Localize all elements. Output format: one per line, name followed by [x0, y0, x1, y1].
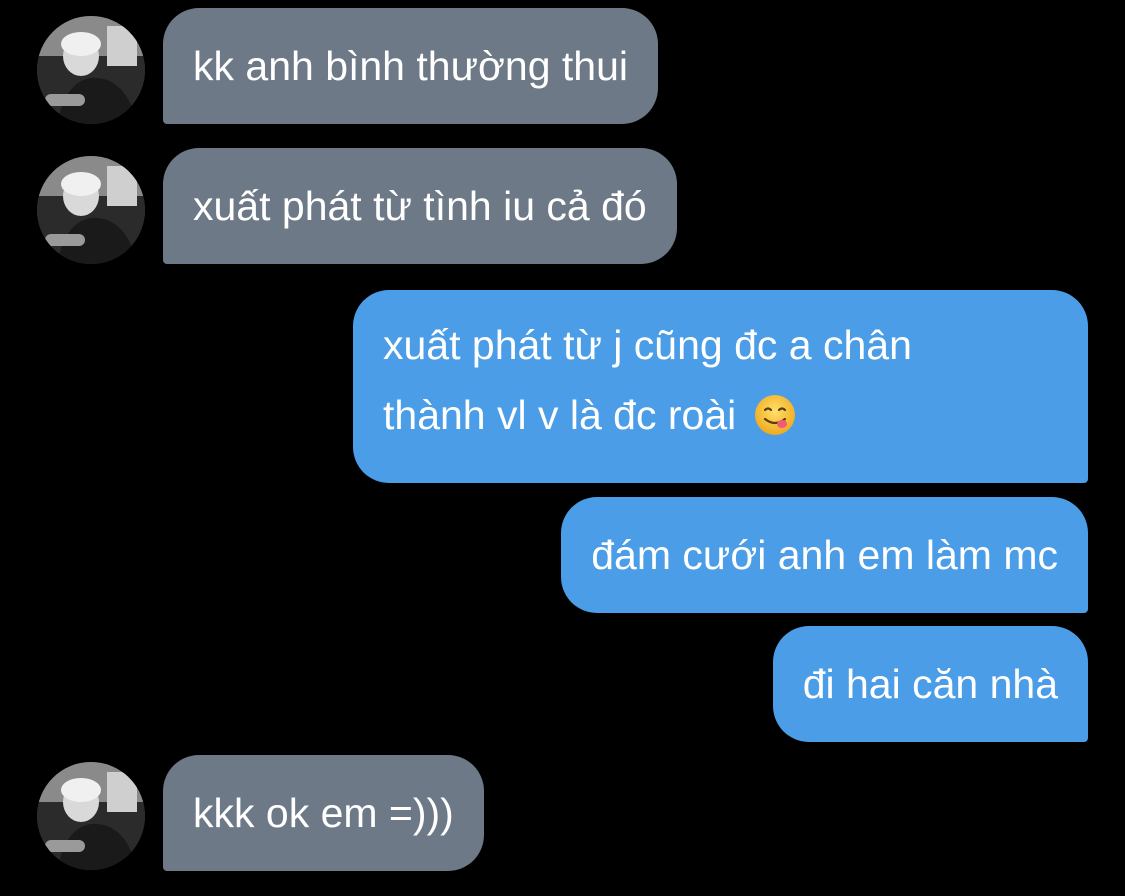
- message-text-line: xuất phát từ j cũng đc a chân: [383, 322, 912, 368]
- contact-avatar[interactable]: [37, 762, 145, 870]
- avatar-photo: [37, 762, 145, 870]
- contact-avatar[interactable]: [37, 16, 145, 124]
- message-bubble-outgoing[interactable]: xuất phát từ j cũng đc a chân thành vl v…: [353, 290, 1088, 483]
- yum-face-emoji-icon: [754, 395, 795, 435]
- message-text: đám cưới anh em làm mc: [591, 532, 1058, 578]
- message-text: kkk ok em =))): [193, 790, 454, 836]
- message-text-line: thành vl v là đc roài: [383, 380, 1058, 450]
- message-text: đi hai căn nhà: [802, 661, 1058, 707]
- avatar-photo: [37, 16, 145, 124]
- message-text: kk anh bình thường thui: [193, 43, 629, 89]
- message-bubble-outgoing[interactable]: đi hai căn nhà: [772, 626, 1088, 742]
- avatar-photo: [37, 156, 145, 264]
- message-bubble-incoming[interactable]: kkk ok em =))): [163, 755, 484, 871]
- message-text: thành vl v là đc roài: [383, 392, 737, 438]
- message-bubble-outgoing[interactable]: đám cưới anh em làm mc: [561, 497, 1088, 613]
- message-bubble-incoming[interactable]: kk anh bình thường thui: [163, 8, 659, 124]
- message-text: xuất phát từ tình iu cả đó: [193, 183, 647, 229]
- message-bubble-incoming[interactable]: xuất phát từ tình iu cả đó: [163, 148, 677, 264]
- contact-avatar[interactable]: [37, 156, 145, 264]
